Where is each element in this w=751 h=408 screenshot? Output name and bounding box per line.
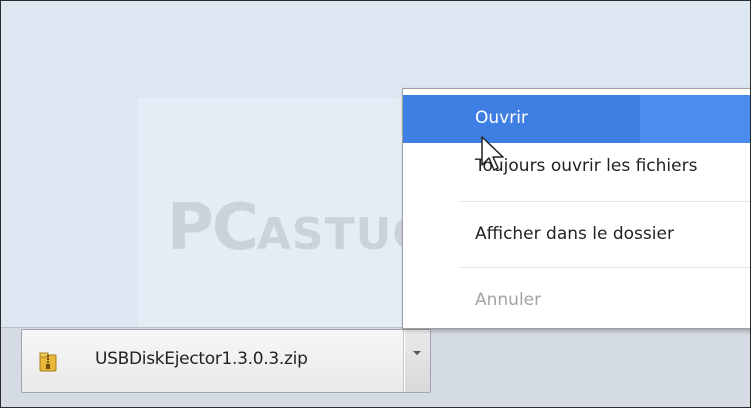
menu-item-label: Afficher dans le dossier: [475, 224, 674, 244]
menu-separator: [459, 267, 750, 268]
menu-item-label: Annuler: [475, 290, 542, 310]
screenshot-frame: PCASTUCES USBDiskEjector1.3.0.3.zip Ouvr…: [0, 0, 751, 408]
watermark-brand-prefix: PC: [167, 191, 259, 265]
menu-item-label: Toujours ouvrir les fichiers: [475, 156, 698, 176]
chevron-down-icon: [413, 351, 421, 355]
menu-separator: [459, 201, 750, 202]
download-options-button[interactable]: [404, 330, 430, 392]
zip-archive-icon: [39, 352, 57, 372]
menu-item-cancel[interactable]: Annuler: [403, 277, 750, 325]
menu-item-open[interactable]: Ouvrir: [403, 95, 750, 143]
download-file-name: USBDiskEjector1.3.0.3.zip: [95, 349, 308, 369]
menu-item-show-in-folder[interactable]: Afficher dans le dossier: [403, 211, 750, 259]
download-context-menu: Ouvrir Toujours ouvrir les fichiers Affi…: [402, 88, 750, 329]
menu-item-always-open[interactable]: Toujours ouvrir les fichiers: [403, 143, 750, 191]
menu-item-label: Ouvrir: [475, 108, 528, 128]
download-item-open-button[interactable]: USBDiskEjector1.3.0.3.zip: [21, 329, 403, 393]
